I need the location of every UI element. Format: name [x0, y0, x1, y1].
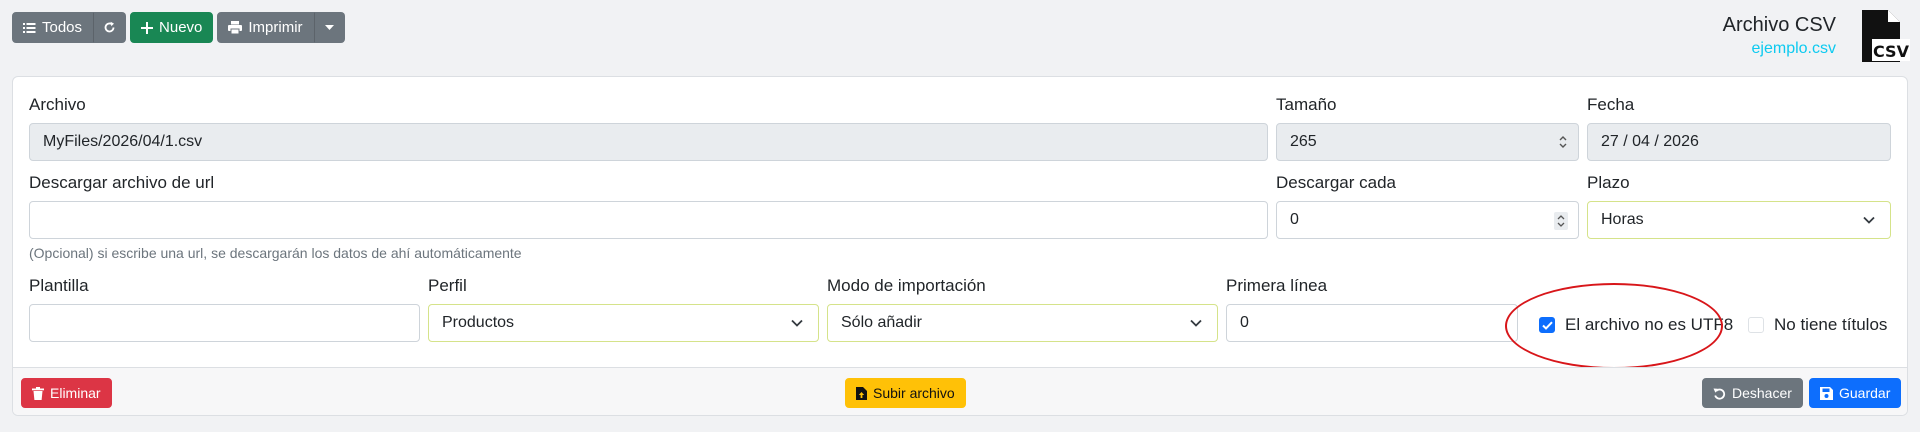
date-label: Fecha: [1587, 95, 1635, 114]
import-mode-label: Modo de importación: [827, 276, 986, 295]
no-titles-checkbox[interactable]: No tiene títulos: [1748, 315, 1887, 335]
form-footer: Eliminar Subir archivo Deshacer Guardar: [13, 367, 1907, 415]
import-mode-field: Modo de importación Sólo añadir: [827, 276, 1218, 342]
refresh-icon: [103, 21, 116, 34]
size-label: Tamaño: [1276, 95, 1337, 114]
url-field: Descargar archivo de url (Opcional) si e…: [29, 173, 1268, 261]
template-label: Plantilla: [29, 276, 89, 295]
all-button-label: Todos: [42, 19, 83, 36]
plus-icon: [141, 21, 154, 34]
first-line-input[interactable]: 0: [1226, 304, 1518, 342]
file-input[interactable]: MyFiles/2026/04/1.csv: [29, 123, 1268, 161]
import-mode-select[interactable]: Sólo añadir: [827, 304, 1218, 342]
download-every-input[interactable]: 0: [1276, 201, 1579, 239]
save-button-label: Guardar: [1839, 385, 1891, 401]
upload-button-label: Subir archivo: [873, 385, 955, 401]
save-button[interactable]: Guardar: [1809, 378, 1902, 408]
template-field: Plantilla: [29, 276, 420, 342]
size-field: Tamaño 265: [1276, 95, 1579, 161]
refresh-button[interactable]: [93, 12, 127, 43]
download-every-field: Descargar cada 0: [1276, 173, 1579, 239]
term-label: Plazo: [1587, 173, 1630, 192]
url-label: Descargar archivo de url: [29, 173, 215, 192]
import-mode-value: Sólo añadir: [841, 314, 922, 331]
delete-button-label: Eliminar: [50, 385, 101, 401]
date-field: Fecha 27 / 04 / 2026: [1587, 95, 1891, 161]
profile-select[interactable]: Productos: [428, 304, 819, 342]
spinner-icon[interactable]: [1554, 212, 1568, 235]
no-titles-label: No tiene títulos: [1774, 315, 1888, 334]
term-value: Horas: [1601, 211, 1644, 228]
file-value: MyFiles/2026/04/1.csv: [43, 133, 203, 150]
profile-label: Perfil: [428, 276, 467, 295]
profile-field: Perfil Productos: [428, 276, 819, 342]
file-field: Archivo MyFiles/2026/04/1.csv: [29, 95, 1268, 161]
size-value: 265: [1290, 133, 1317, 150]
chevron-down-icon: [790, 316, 804, 335]
first-line-field: Primera línea 0: [1226, 276, 1518, 342]
print-button[interactable]: Imprimir: [217, 12, 314, 43]
all-button-group: Todos: [12, 12, 127, 43]
page-header: Archivo CSV ejemplo.csv: [1723, 14, 1836, 60]
csv-file-icon: CSV: [1858, 10, 1910, 62]
url-input[interactable]: [29, 201, 1268, 239]
undo-button[interactable]: Deshacer: [1702, 378, 1803, 408]
term-field: Plazo Horas: [1587, 173, 1891, 239]
printer-icon: [228, 21, 243, 34]
size-input[interactable]: 265: [1276, 123, 1579, 161]
delete-button[interactable]: Eliminar: [21, 378, 112, 408]
print-dropdown-toggle[interactable]: [313, 12, 345, 43]
profile-value: Productos: [442, 314, 515, 331]
print-button-group: Imprimir: [217, 12, 345, 43]
caret-down-icon: [324, 24, 334, 31]
toolbar: Todos Nuevo Imprimir: [12, 12, 345, 43]
page-title: Archivo CSV: [1722, 14, 1836, 36]
highlight-oval: [1505, 283, 1723, 369]
download-every-label: Descargar cada: [1276, 173, 1397, 192]
list-icon: [23, 22, 36, 34]
file-upload-icon: [856, 386, 867, 400]
new-button[interactable]: Nuevo: [130, 12, 214, 43]
new-button-label: Nuevo: [159, 19, 203, 36]
save-icon: [1820, 386, 1833, 400]
undo-icon: [1713, 387, 1726, 400]
file-form-card: Archivo MyFiles/2026/04/1.csv Tamaño 265…: [12, 76, 1908, 416]
page-subtitle: ejemplo.csv: [1751, 40, 1836, 57]
term-select[interactable]: Horas: [1587, 201, 1891, 239]
first-line-value: 0: [1240, 314, 1249, 331]
url-help-text: (Opcional) si escribe una url, se descar…: [29, 245, 522, 261]
print-button-label: Imprimir: [248, 19, 303, 36]
spinner-icon[interactable]: [1558, 134, 1568, 155]
csv-icon-text: CSV: [1873, 42, 1910, 61]
download-every-value: 0: [1290, 211, 1299, 228]
date-value: 27 / 04 / 2026: [1601, 133, 1699, 150]
chevron-down-icon: [1189, 316, 1203, 335]
trash-icon: [32, 386, 44, 400]
checkbox-unchecked-icon[interactable]: [1748, 317, 1764, 333]
all-button[interactable]: Todos: [12, 12, 94, 43]
date-input[interactable]: 27 / 04 / 2026: [1587, 123, 1891, 161]
chevron-down-icon: [1862, 213, 1876, 232]
template-input[interactable]: [29, 304, 420, 342]
first-line-label: Primera línea: [1226, 276, 1328, 295]
undo-button-label: Deshacer: [1732, 385, 1792, 401]
file-label: Archivo: [29, 95, 86, 114]
upload-button[interactable]: Subir archivo: [845, 378, 966, 408]
